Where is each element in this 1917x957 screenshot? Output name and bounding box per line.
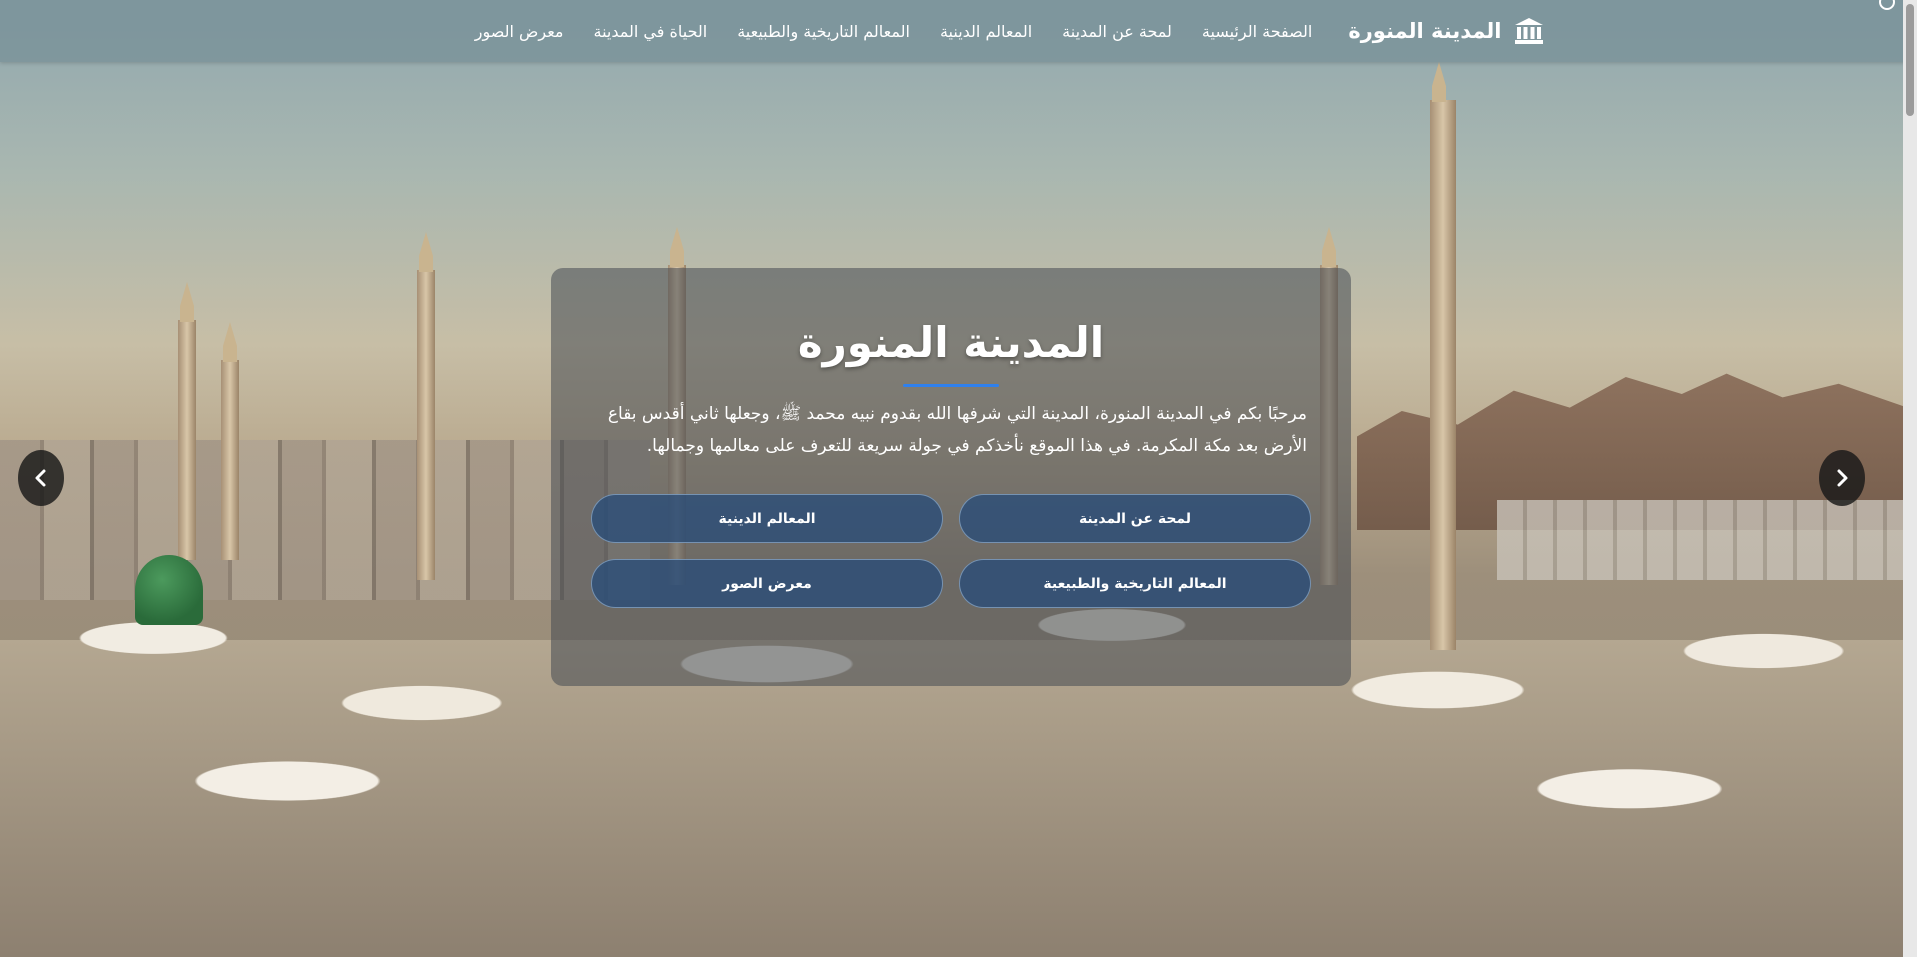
title-underline — [903, 384, 999, 388]
background-minaret — [417, 270, 435, 580]
nav-link-gallery[interactable]: معرض الصور — [475, 22, 564, 41]
gallery-button[interactable]: معرض الصور — [591, 559, 943, 609]
carousel-prev-button[interactable] — [18, 450, 64, 506]
religious-landmarks-button[interactable]: المعالم الدينية — [591, 494, 943, 544]
page-scrollbar[interactable] — [1903, 0, 1917, 957]
chevron-right-icon — [1837, 469, 1848, 487]
hero-title: المدينة المنورة — [797, 318, 1105, 367]
page: المدينة المنورة الصفحة الرئيسية لمحة عن … — [0, 0, 1917, 957]
hero-card: المدينة المنورة مرحبًا بكم في المدينة ال… — [551, 268, 1351, 686]
background-green-dome — [135, 555, 203, 625]
nav-link-religious-landmarks[interactable]: المعالم الدينية — [940, 22, 1032, 41]
hero-description: مرحبًا بكم في المدينة المنورة، المدينة ا… — [607, 404, 1307, 456]
nav-link-life-in-city[interactable]: الحياة في المدينة — [594, 22, 708, 41]
background-minaret — [1430, 100, 1456, 650]
chevron-left-icon — [35, 469, 46, 487]
brand-label: المدينة المنورة — [1348, 19, 1502, 43]
landmark-icon — [1514, 17, 1544, 45]
nav-link-home[interactable]: الصفحة الرئيسية — [1202, 22, 1312, 41]
nav-link-historical-landmarks[interactable]: المعالم التاريخية والطبيعية — [737, 22, 910, 41]
background-minaret — [178, 320, 196, 560]
nav-link-about[interactable]: لمحة عن المدينة — [1062, 22, 1172, 41]
carousel-next-button[interactable] — [1819, 450, 1865, 506]
nav-links: الصفحة الرئيسية لمحة عن المدينة المعالم … — [475, 22, 1313, 41]
background-minaret — [221, 360, 239, 560]
top-navbar: المدينة المنورة الصفحة الرئيسية لمحة عن … — [0, 0, 1917, 62]
about-city-button[interactable]: لمحة عن المدينة — [959, 494, 1311, 544]
navbar-container: المدينة المنورة الصفحة الرئيسية لمحة عن … — [374, 17, 1544, 45]
historical-landmarks-button[interactable]: المعالم التاريخية والطبيعية — [959, 559, 1311, 609]
brand-link[interactable]: المدينة المنورة — [1348, 17, 1543, 45]
scrollbar-thumb[interactable] — [1906, 4, 1914, 116]
hero-buttons: لمحة عن المدينة المعالم الدينية المعالم … — [591, 494, 1311, 609]
